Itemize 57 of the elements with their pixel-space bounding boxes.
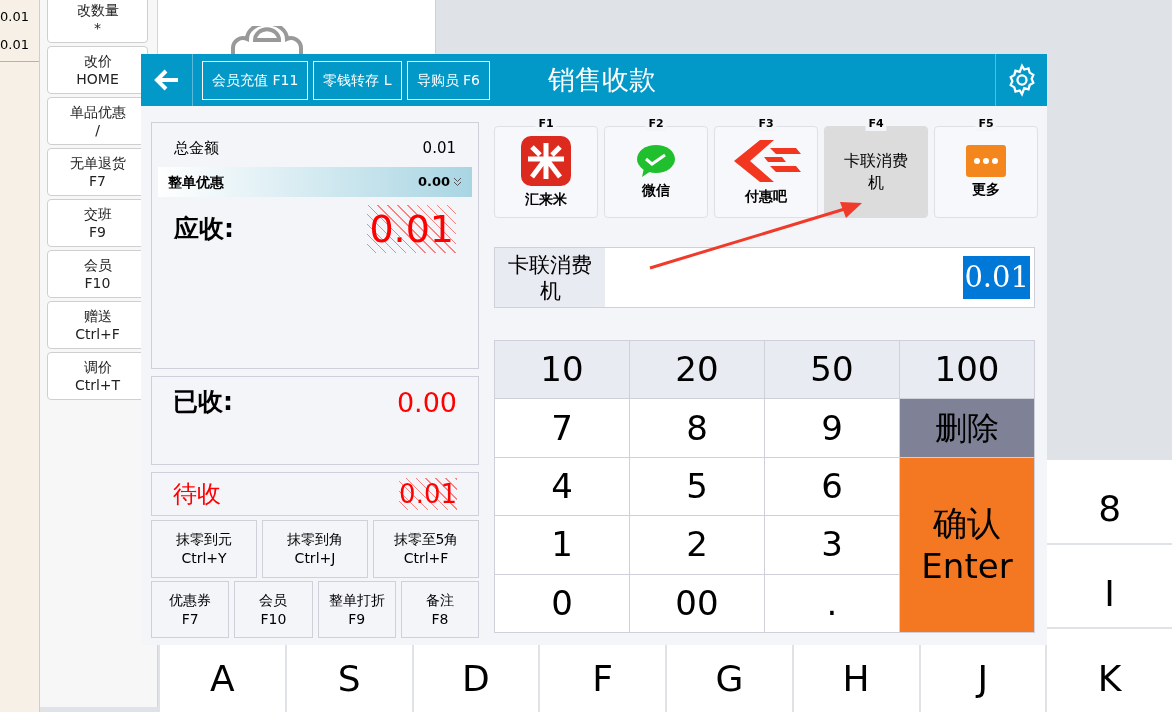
received-value: 0.00 [396, 386, 457, 420]
keypad-key[interactable]: 50 [765, 341, 899, 399]
payment-method-tile[interactable]: 卡联消费机 [824, 126, 928, 218]
chat-bubble-icon [636, 143, 676, 178]
rounding-button[interactable]: 抹零到角 Ctrl+J [262, 520, 368, 578]
keypad-key[interactable]: 5 [630, 457, 764, 516]
confirm-button[interactable]: 确认 Enter [900, 457, 1034, 632]
amount-text: 0.01 [0, 8, 30, 26]
payment-method-tile[interactable]: 付惠吧 [714, 126, 818, 218]
payment-method-tile[interactable]: 微信 [604, 126, 708, 218]
total-value: 0.01 [422, 137, 456, 159]
more-icon [966, 144, 1006, 177]
pending-value: 0.01 [399, 478, 457, 510]
payment-amount-field[interactable]: 卡联消费机 0.01 [494, 247, 1035, 308]
action-button[interactable]: 整单打折 F9 [317, 581, 396, 638]
keypad-key[interactable]: 20 [630, 341, 764, 399]
keypad-key[interactable]: 6 [765, 457, 899, 516]
rounding-button[interactable]: 抹零至5角 Ctrl+F [373, 520, 479, 578]
keypad-key[interactable]: 3 [765, 516, 899, 574]
keyboard-key[interactable]: 8 [1047, 460, 1172, 543]
discount-row[interactable]: 整单优惠 0.00 [158, 167, 472, 197]
action-button[interactable]: 优惠券 F7 [151, 581, 230, 638]
chevron-down-icon [453, 177, 462, 187]
payment-method-tile[interactable]: 更多 [934, 126, 1038, 218]
amount-text: 0.01 [0, 35, 30, 54]
keypad-key[interactable]: 1 [495, 516, 629, 574]
discount-label: 整单优惠 [168, 172, 224, 192]
back-arrow-icon [153, 69, 180, 91]
keypad-key[interactable]: 10 [495, 341, 629, 399]
discount-value: 0.00 [417, 173, 450, 192]
keypad-key[interactable]: . [765, 574, 899, 632]
due-value: 0.01 [367, 205, 456, 253]
action-button[interactable]: 会员 F10 [234, 581, 313, 638]
dish-logo-icon [228, 26, 305, 56]
keypad-key[interactable]: 100 [900, 341, 1034, 399]
delete-button[interactable]: 删除 [900, 399, 1034, 457]
shortcut-button[interactable]: 改价 HOME [47, 46, 148, 94]
keypad-key[interactable]: 0 [495, 574, 629, 632]
keyboard-key[interactable]: K [1047, 629, 1172, 712]
keypad-key[interactable]: 9 [765, 399, 899, 457]
dialog-title: 销售收款 [548, 62, 656, 97]
keypad-key[interactable]: 2 [630, 516, 764, 574]
shortcut-key-text: F4 [865, 117, 887, 131]
keyboard-key[interactable]: I [1047, 544, 1172, 628]
rounding-button[interactable]: 抹零到元 Ctrl+Y [151, 520, 257, 578]
payment-method-tile[interactable]: 汇来米 [494, 126, 598, 218]
action-button[interactable]: 备注 F8 [400, 581, 479, 638]
shortcut-button[interactable]: 改数量 * [47, 0, 148, 43]
pending-label: 待收 [173, 479, 221, 510]
square-logo-icon [520, 134, 572, 187]
keypad-key[interactable]: 4 [495, 457, 629, 516]
keypad-key[interactable]: 00 [630, 574, 764, 632]
total-label: 总金额 [174, 137, 219, 159]
keypad-key[interactable]: 8 [630, 399, 764, 457]
due-label: 应收: [174, 213, 234, 246]
received-label: 已收: [173, 386, 233, 418]
keypad-key[interactable]: 7 [495, 399, 629, 457]
